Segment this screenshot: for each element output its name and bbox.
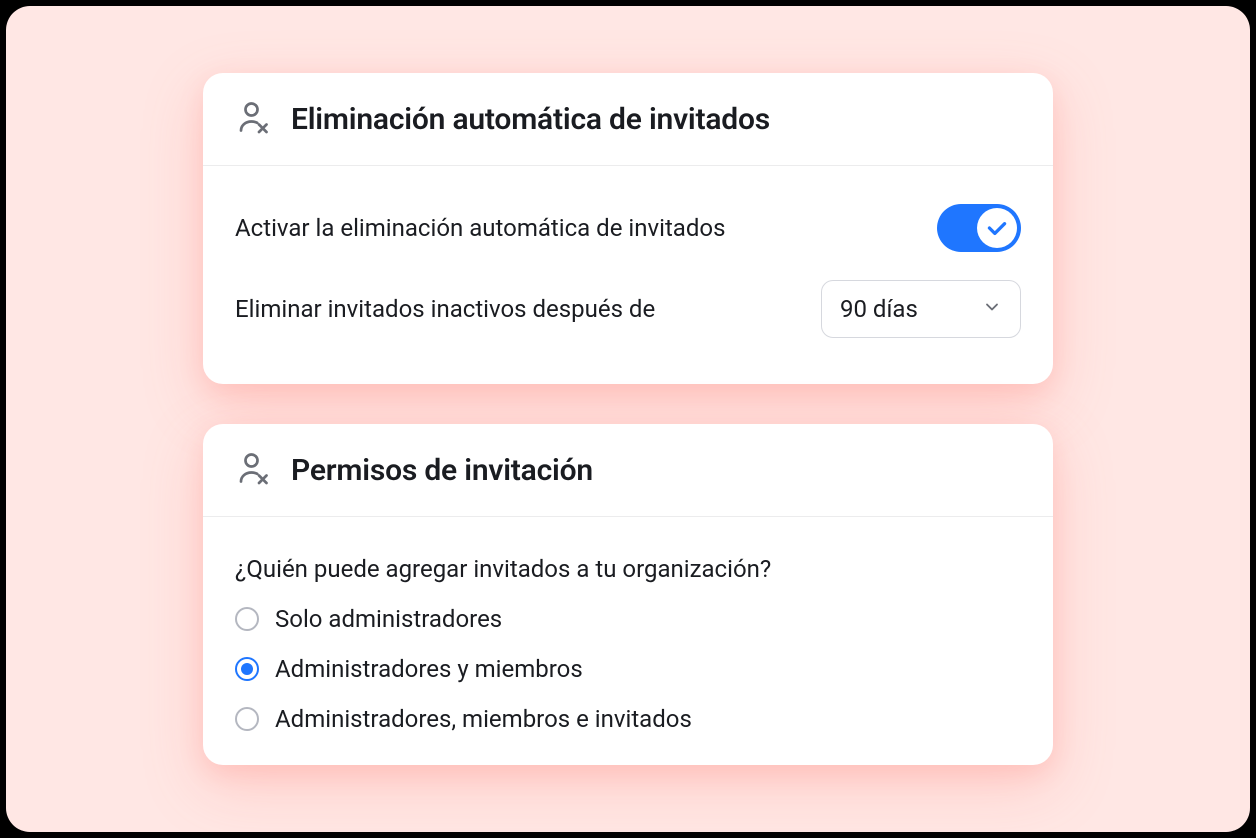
radio-indicator	[235, 607, 259, 631]
radio-option-admins-members-guests[interactable]: Administradores, miembros e invitados	[235, 705, 1021, 733]
radio-indicator	[235, 707, 259, 731]
radio-option-admins-members[interactable]: Administradores y miembros	[235, 655, 1021, 683]
permissions-question: ¿Quién puede agregar invitados a tu orga…	[235, 541, 1021, 605]
radio-option-admins-only[interactable]: Solo administradores	[235, 605, 1021, 633]
days-label: Eliminar invitados inactivos después de	[235, 295, 655, 323]
radio-group: Solo administradores Administradores y m…	[235, 605, 1021, 733]
toggle-label: Activar la eliminación automática de inv…	[235, 214, 725, 242]
card-header: Permisos de invitación	[203, 424, 1053, 517]
card-header: Eliminación automática de invitados	[203, 73, 1053, 166]
inactive-days-select[interactable]: 90 días	[821, 280, 1021, 338]
card-title: Eliminación automática de invitados	[291, 102, 770, 137]
select-value: 90 días	[840, 295, 918, 323]
radio-label: Administradores y miembros	[275, 655, 583, 683]
radio-indicator	[235, 657, 259, 681]
radio-label: Administradores, miembros e invitados	[275, 705, 692, 733]
card-body: Activar la eliminación automática de inv…	[203, 166, 1053, 384]
auto-remove-guests-card: Eliminación automática de invitados Acti…	[203, 73, 1053, 384]
toggle-knob	[977, 208, 1017, 248]
days-row: Eliminar invitados inactivos después de …	[235, 266, 1021, 352]
radio-label: Solo administradores	[275, 605, 502, 633]
chevron-down-icon	[982, 297, 1002, 321]
card-body: ¿Quién puede agregar invitados a tu orga…	[203, 517, 1053, 765]
user-x-icon	[235, 99, 271, 139]
toggle-row: Activar la eliminación automática de inv…	[235, 190, 1021, 266]
auto-remove-toggle[interactable]	[937, 204, 1021, 252]
card-title: Permisos de invitación	[291, 453, 593, 488]
invitation-permissions-card: Permisos de invitación ¿Quién puede agre…	[203, 424, 1053, 765]
user-x-icon	[235, 450, 271, 490]
